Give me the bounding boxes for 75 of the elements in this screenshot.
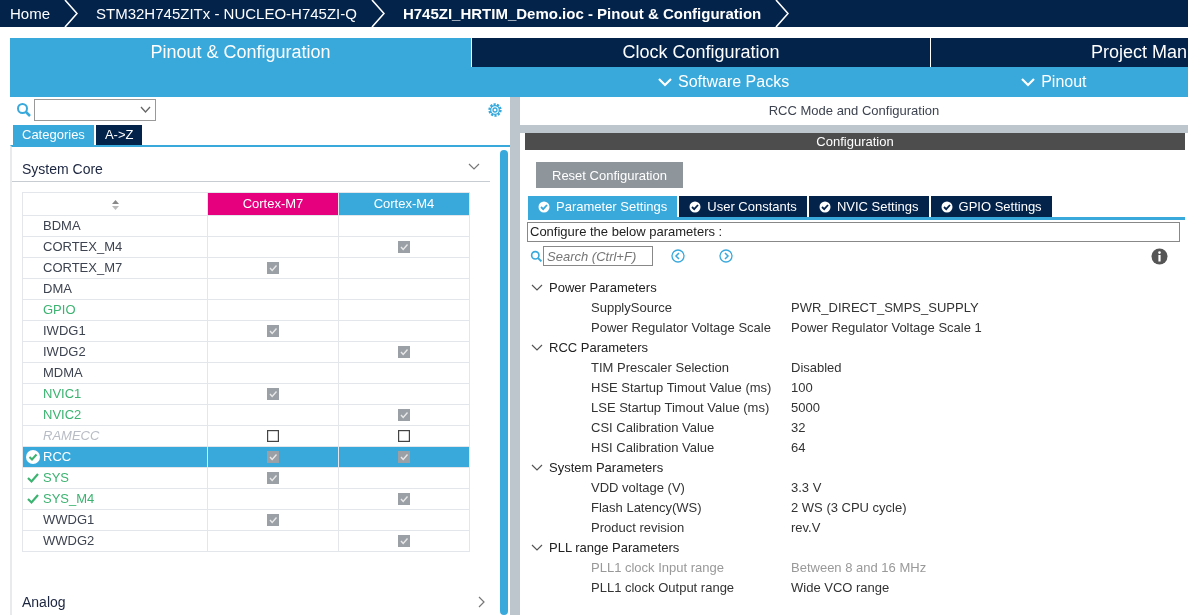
parameter-name: HSE Startup Timout Value (ms) xyxy=(590,379,773,398)
settings-tab[interactable]: User Constants xyxy=(679,196,809,217)
breadcrumb-item[interactable]: Home xyxy=(0,0,64,27)
search-dropdown[interactable] xyxy=(34,98,156,121)
parameter-value[interactable]: 3.3 V xyxy=(791,478,822,498)
category-title: Analog xyxy=(22,592,66,612)
checkbox[interactable] xyxy=(267,262,279,275)
breadcrumb-item[interactable]: STM32H745ZITx - NUCLEO-H745ZI-Q xyxy=(78,0,371,27)
parameter-value[interactable]: 5000 xyxy=(791,398,820,418)
parameter-name: PLL1 clock Input range xyxy=(590,559,725,578)
view-tab[interactable]: A->Z xyxy=(95,125,143,145)
checkbox[interactable] xyxy=(267,451,279,464)
check-circle-icon xyxy=(538,200,550,213)
category-title: System Core xyxy=(22,159,103,179)
group-title: PLL range Parameters xyxy=(549,539,680,558)
checkbox[interactable] xyxy=(398,451,410,464)
checkbox[interactable] xyxy=(267,388,279,401)
parameter-name: CSI Calibration Value xyxy=(590,419,716,438)
description-field: Configure the below parameters : xyxy=(527,222,1180,242)
checkbox[interactable] xyxy=(267,325,279,338)
breadcrumb-item[interactable]: H745ZI_HRTIM_Demo.ioc - Pinout & Configuration xyxy=(384,0,776,27)
parameter-value[interactable]: PWR_DIRECT_SMPS_SUPPLY xyxy=(791,298,979,318)
previous-icon[interactable] xyxy=(671,249,685,263)
chevron-down-icon xyxy=(1021,77,1036,87)
caret-icon xyxy=(140,106,151,113)
sort-icon[interactable] xyxy=(110,199,120,210)
settings-icon[interactable] xyxy=(486,100,504,119)
next-icon[interactable] xyxy=(719,249,733,263)
info-icon[interactable] xyxy=(1151,247,1168,265)
checkbox[interactable] xyxy=(398,409,410,422)
checkbox[interactable] xyxy=(267,514,279,527)
peripheral-name[interactable]: DMA xyxy=(43,278,72,299)
section-header: Configuration xyxy=(525,133,1185,150)
scrollbar[interactable] xyxy=(500,150,508,615)
parameter-value[interactable]: 32 xyxy=(791,418,806,438)
settings-tab[interactable]: NVIC Settings xyxy=(808,196,931,217)
parameter-name: Flash Latency(WS) xyxy=(590,499,703,518)
parameter-name: SupplySource xyxy=(590,299,673,318)
parameter-name: LSE Startup Timout Value (ms) xyxy=(590,399,771,418)
search-icon xyxy=(530,249,543,263)
search-icon xyxy=(16,101,32,118)
panel-title: RCC Mode and Configuration xyxy=(768,102,940,121)
search-field[interactable]: Search (Ctrl+F) xyxy=(543,246,653,266)
check-circle-icon xyxy=(689,200,702,213)
parameter-value[interactable]: 64 xyxy=(791,438,806,458)
checkbox[interactable] xyxy=(398,241,410,254)
check-circle-icon xyxy=(940,200,953,213)
parameter-value[interactable]: Power Regulator Voltage Scale 1 xyxy=(791,318,982,338)
column-header[interactable]: Cortex-M7 xyxy=(207,192,339,215)
parameter-name: VDD voltage (V) xyxy=(590,479,686,498)
chevron-icon xyxy=(64,0,78,27)
chevron-icon xyxy=(370,0,385,27)
parameter-value[interactable]: 100 xyxy=(791,378,813,398)
group-title: RCC Parameters xyxy=(549,339,648,358)
parameter-value[interactable]: rev.V xyxy=(791,518,821,538)
chevron-down-icon xyxy=(658,77,672,87)
parameter-name: PLL1 clock Output range xyxy=(590,579,736,598)
parameter-name: TIM Prescaler Selection xyxy=(590,359,730,378)
parameter-value[interactable]: Disabled xyxy=(791,358,842,378)
parameter-name: Power Regulator Voltage Scale xyxy=(590,319,772,338)
check-circle-icon xyxy=(818,200,831,213)
checkbox[interactable] xyxy=(267,472,279,485)
parameter-value[interactable]: 2 WS (3 CPU cycle) xyxy=(791,498,907,518)
group-title: System Parameters xyxy=(549,459,664,478)
settings-tab[interactable]: GPIO Settings xyxy=(930,196,1054,217)
main-tab[interactable]: Clock Configuration xyxy=(472,38,931,67)
checkbox[interactable] xyxy=(398,493,410,506)
parameter-name: HSI Calibration Value xyxy=(590,439,716,458)
parameter-value[interactable]: Wide VCO range xyxy=(791,578,890,598)
parameter-name: Product revision xyxy=(590,519,686,538)
checkbox[interactable] xyxy=(398,346,410,359)
checkbox[interactable] xyxy=(398,535,410,548)
main-tab[interactable]: Project Man xyxy=(931,38,1188,67)
group-title: Power Parameters xyxy=(549,279,657,298)
chevron-icon xyxy=(775,0,790,27)
